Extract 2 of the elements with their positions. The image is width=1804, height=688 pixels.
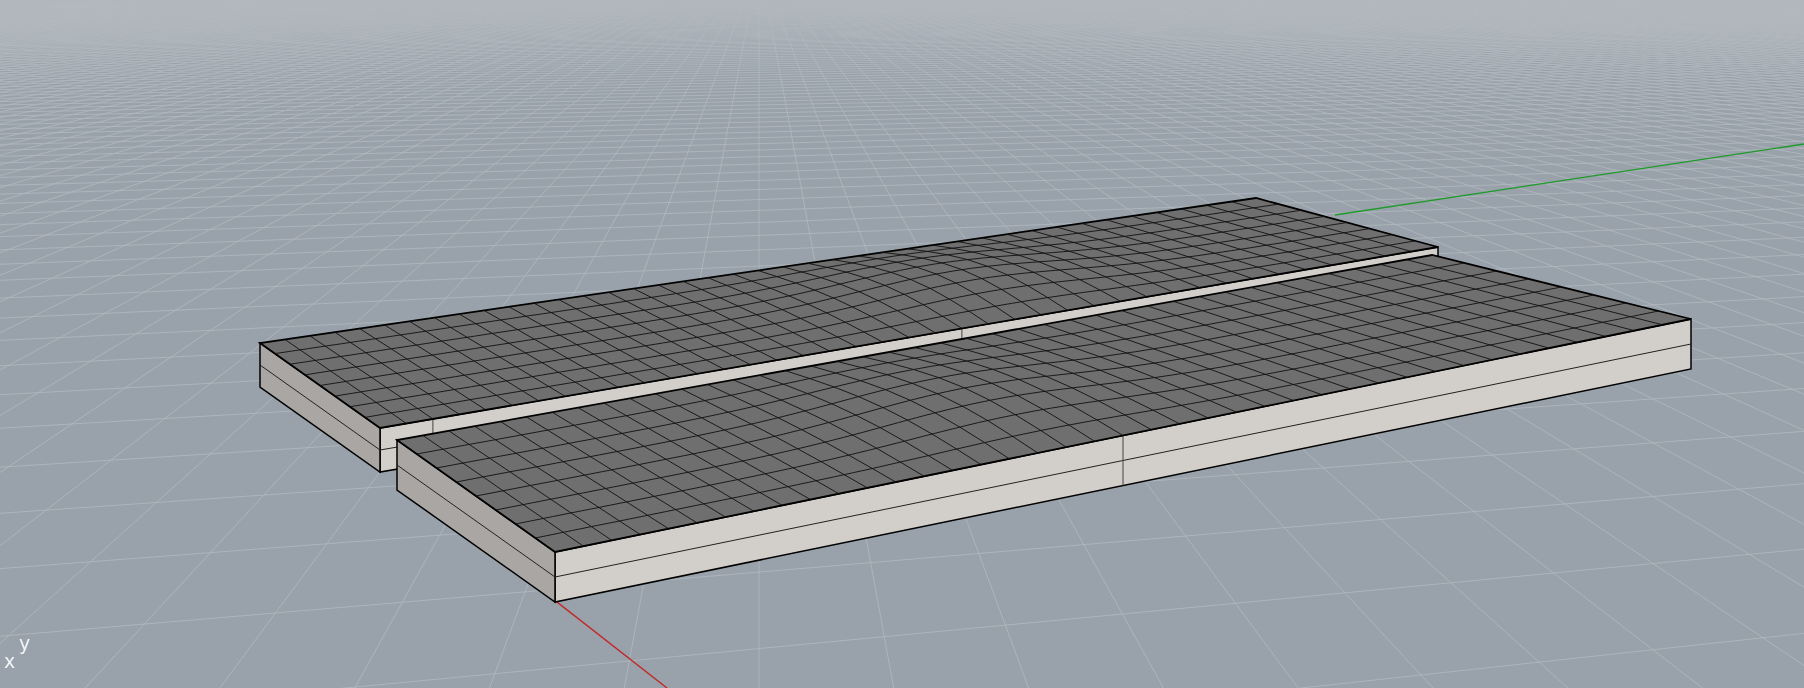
axis-label: y xyxy=(19,634,31,653)
axis-label: x xyxy=(4,652,16,671)
